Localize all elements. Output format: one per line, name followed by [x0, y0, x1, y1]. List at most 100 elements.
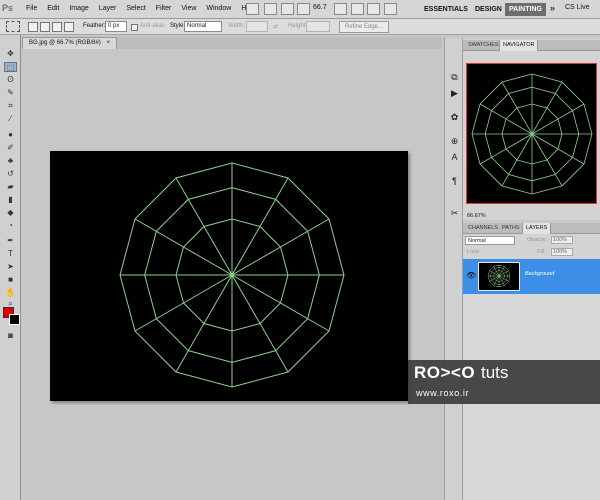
type-icon[interactable]: T [4, 249, 17, 259]
menu-view[interactable]: View [181, 5, 196, 12]
brushes-icon[interactable]: ✿ [449, 112, 460, 123]
launch-bridge-icon[interactable] [246, 3, 259, 15]
brush-icon[interactable]: ✐ [4, 143, 17, 153]
close-icon[interactable]: × [106, 40, 110, 46]
layer-row[interactable]: 👁 Background [463, 259, 600, 294]
menu-filter[interactable]: Filter [156, 5, 172, 12]
zoom-tool-icon[interactable] [351, 3, 364, 15]
cs-live-button[interactable]: CS Live [565, 4, 590, 11]
dodge-icon[interactable]: ◔ [4, 221, 17, 231]
feather-input[interactable]: 0 px [105, 21, 127, 32]
eyedropper-icon[interactable]: ⁄ [4, 114, 17, 124]
tab-paths[interactable]: PATHS [499, 223, 523, 234]
paragraph-icon[interactable]: ¶ [449, 176, 460, 187]
path-select-icon[interactable]: ➤ [4, 262, 17, 272]
wireframe-spoke-10 [134, 218, 233, 276]
navigator-panel-tabs: SWATCHES NAVIGATOR [463, 40, 600, 51]
application-bar: Ps File Edit Image Layer Select Filter V… [0, 0, 600, 19]
layers-options: Normal Opacity: 100% Lock: Fill: 100% [463, 235, 600, 259]
tab-layers[interactable]: LAYERS [522, 223, 552, 234]
eraser-icon[interactable]: ▰ [4, 182, 17, 192]
arrange-documents-icon[interactable] [297, 3, 310, 15]
add-to-selection-icon[interactable] [40, 22, 50, 32]
rotate-view-icon[interactable] [367, 3, 380, 15]
wireframe-spoke-4 [531, 133, 585, 165]
quick-mask-icon[interactable]: ◙ [4, 331, 17, 341]
move-icon[interactable]: ✥ [4, 49, 17, 59]
intersect-selection-icon[interactable] [64, 22, 74, 32]
navigator-wireframe [471, 73, 593, 195]
tab-swatches[interactable]: SWATCHES [465, 40, 502, 51]
wireframe-spoke-5 [231, 274, 289, 373]
fill-input[interactable]: 100% [551, 248, 573, 256]
actions-icon[interactable]: ▶ [449, 88, 460, 99]
menu-edit[interactable]: Edit [47, 5, 59, 12]
wireframe-spoke-5 [531, 133, 563, 187]
anti-alias-checkbox[interactable] [131, 24, 138, 31]
menu-select[interactable]: Select [126, 5, 145, 12]
menu-window[interactable]: Window [206, 5, 231, 12]
crop-icon[interactable]: ⌗ [4, 101, 17, 111]
tools-preset-icon[interactable]: ✂ [449, 208, 460, 219]
screen-mode-icon[interactable] [384, 3, 397, 15]
character-icon[interactable]: A [449, 152, 460, 163]
layer-thumbnail [478, 262, 520, 291]
wireframe-spoke-11 [501, 81, 533, 135]
wireframe-spoke-7 [175, 274, 233, 373]
style-select[interactable]: Normal [184, 21, 222, 32]
quick-select-icon[interactable]: ✎ [4, 88, 17, 98]
healing-icon[interactable]: ● [4, 130, 17, 140]
marquee-icon[interactable]: ⬚ [4, 62, 17, 72]
history-icon[interactable]: ⧉ [449, 72, 460, 83]
history-brush-icon[interactable]: ↺ [4, 169, 17, 179]
hand-icon[interactable]: ✋ [4, 288, 17, 298]
menu-file[interactable]: File [26, 5, 37, 12]
tool-preset-picker[interactable] [6, 21, 20, 32]
workspace-design[interactable]: DESIGN [471, 3, 506, 16]
document-tab[interactable]: BG.jpg @ 66.7% (RGB/8#) × [22, 37, 117, 49]
wireframe-spoke-8 [134, 274, 233, 332]
workspace-painting[interactable]: PAINTING [505, 3, 546, 16]
view-extras-icon[interactable] [281, 3, 294, 15]
shape-icon[interactable]: ■ [4, 275, 17, 285]
refine-edge-button[interactable]: Refine Edge... [339, 21, 390, 33]
navigator-preview[interactable] [466, 63, 597, 204]
width-label: Width: [228, 23, 246, 29]
zoom-level[interactable]: 66.7 [313, 4, 327, 11]
tab-navigator[interactable]: NAVIGATOR [499, 40, 539, 51]
clone-stamp-icon[interactable]: ♣ [4, 156, 17, 166]
wireframe-spoke-10 [479, 103, 533, 135]
thumbnail-wireframe [487, 264, 511, 288]
tab-channels[interactable]: CHANNELS [465, 223, 501, 234]
lasso-icon[interactable]: ʘ [4, 75, 17, 85]
fill-label: Fill: [537, 249, 546, 255]
new-selection-icon[interactable] [28, 22, 38, 32]
opacity-label: Opacity: [527, 237, 548, 243]
blend-mode-select[interactable]: Normal [465, 236, 515, 245]
height-input[interactable] [306, 21, 330, 32]
document-canvas[interactable] [50, 151, 408, 401]
pen-icon[interactable]: ✒ [4, 236, 17, 246]
mini-bridge-icon[interactable] [264, 3, 277, 15]
watermark-brand: RO><O [414, 363, 476, 382]
background-color-swatch[interactable] [9, 314, 20, 325]
eye-icon[interactable]: 👁 [466, 271, 476, 280]
navigator-zoom[interactable]: 66.67% [467, 213, 486, 219]
menu-layer[interactable]: Layer [99, 5, 117, 12]
menu-bar: File Edit Image Layer Select Filter View… [26, 5, 256, 12]
clone-source-icon[interactable]: ⊕ [449, 136, 460, 147]
options-bar: Feather: 0 px Anti-alias Style: Normal W… [0, 19, 600, 35]
workspace-essentials[interactable]: ESSENTIALS [420, 3, 472, 16]
collapsed-panels-strip: ⧉ ▶ ✿ ⊕ A ¶ ✂ [444, 38, 463, 500]
opacity-input[interactable]: 100% [551, 236, 573, 244]
gradient-icon[interactable]: ▮ [4, 195, 17, 205]
menu-image[interactable]: Image [69, 5, 88, 12]
subtract-selection-icon[interactable] [52, 22, 62, 32]
layer-name: Background [525, 271, 555, 277]
swap-dimensions-icon[interactable]: ⇄ [273, 23, 278, 30]
hand-tool-icon[interactable] [334, 3, 347, 15]
watermark-url: www.roxo.ir [416, 388, 470, 398]
workspace-overflow-icon[interactable]: » [550, 3, 555, 13]
width-input[interactable] [246, 21, 268, 32]
blur-icon[interactable]: ◆ [4, 208, 17, 218]
